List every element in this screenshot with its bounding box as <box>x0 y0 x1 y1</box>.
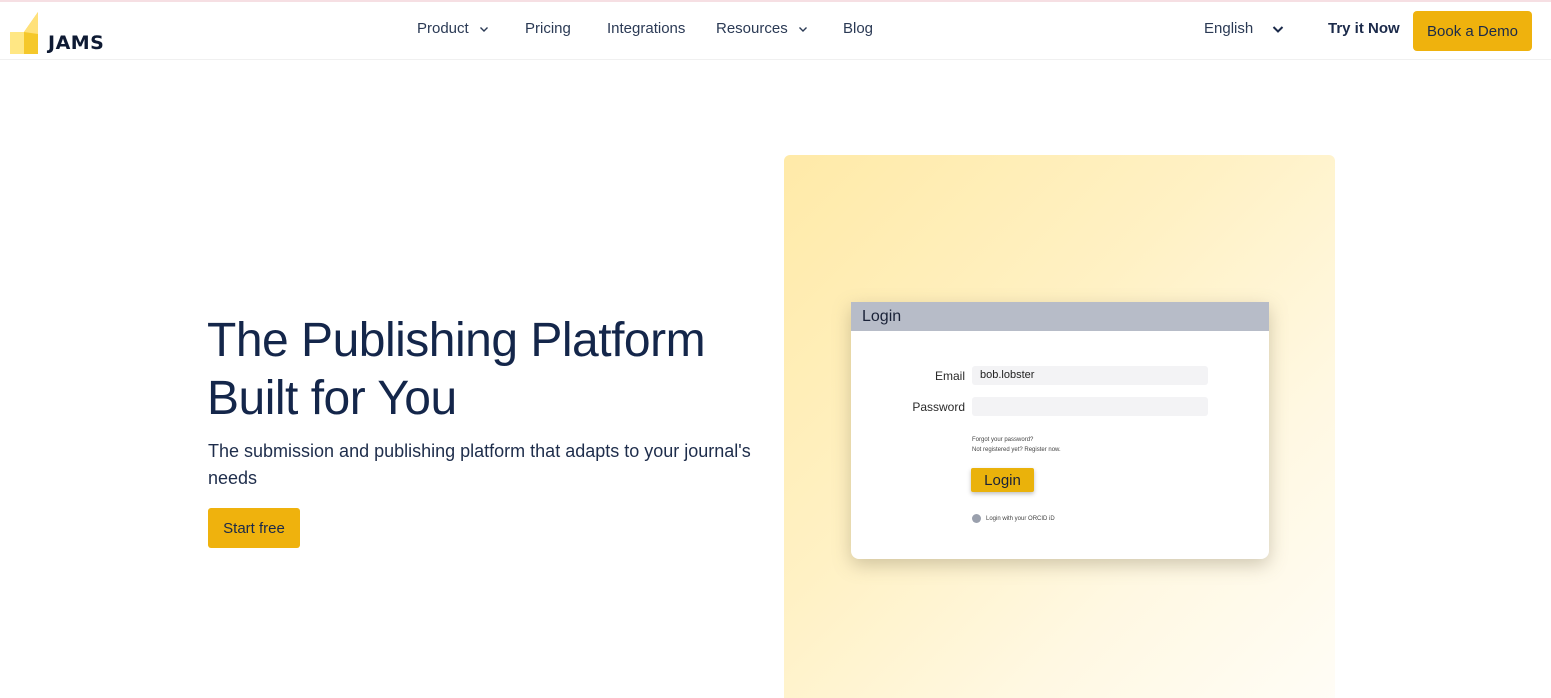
language-label: English <box>1204 20 1254 37</box>
login-help-links: Forgot your password? Not registered yet… <box>972 435 1061 455</box>
register-link: Not registered yet? Register now. <box>972 447 1061 453</box>
nav-item-label: Product <box>417 20 469 37</box>
forgot-password-link: Forgot your password? <box>972 437 1034 443</box>
nav-item-integrations[interactable]: Integrations <box>607 20 685 37</box>
password-field <box>972 397 1208 416</box>
chevron-down-icon <box>797 23 809 35</box>
hero-title: The Publishing Platform Built for You <box>207 312 767 428</box>
nav-item-pricing[interactable]: Pricing <box>525 20 571 37</box>
password-label: Password <box>912 400 965 414</box>
nav-item-label: Blog <box>843 20 874 37</box>
language-selector[interactable]: English <box>1204 20 1285 37</box>
nav-item-resources[interactable]: Resources <box>716 20 809 37</box>
site-header: JAMS Product Pricing Integrations Resour… <box>0 2 1551 60</box>
nav-item-label: Resources <box>716 20 788 37</box>
book-demo-button[interactable]: Book a Demo <box>1413 11 1532 51</box>
hero-title-line-1: The Publishing Platform <box>207 314 706 367</box>
login-illustration: Login Email bob.lobster Password Forgot … <box>851 302 1269 559</box>
hero-subtitle: The submission and publishing platform t… <box>208 441 751 488</box>
email-label: Email <box>934 369 965 383</box>
orcid-login-label: Login with your ORCID iD <box>986 515 1055 522</box>
try-it-now-link[interactable]: Try it Now <box>1328 20 1400 37</box>
nav-item-label: Pricing <box>525 20 571 37</box>
login-window-title: Login <box>862 308 902 325</box>
login-button: Login <box>971 468 1034 492</box>
logo-text: JAMS <box>48 32 105 54</box>
brand-logo[interactable]: JAMS <box>10 10 104 54</box>
login-window-titlebar: Login <box>851 302 1269 331</box>
nav-item-product[interactable]: Product <box>417 20 490 37</box>
chevron-down-icon <box>1271 22 1285 36</box>
nav-item-label: Integrations <box>607 20 686 37</box>
email-field: bob.lobster <box>972 366 1208 385</box>
logo-icon <box>10 12 46 54</box>
orcid-icon <box>972 514 981 523</box>
start-free-button[interactable]: Start free <box>208 508 300 548</box>
hero-title-line-2: Built for You <box>207 372 457 425</box>
orcid-login: Login with your ORCID iD <box>972 514 1055 523</box>
chevron-down-icon <box>478 23 490 35</box>
nav-item-blog[interactable]: Blog <box>843 20 873 37</box>
